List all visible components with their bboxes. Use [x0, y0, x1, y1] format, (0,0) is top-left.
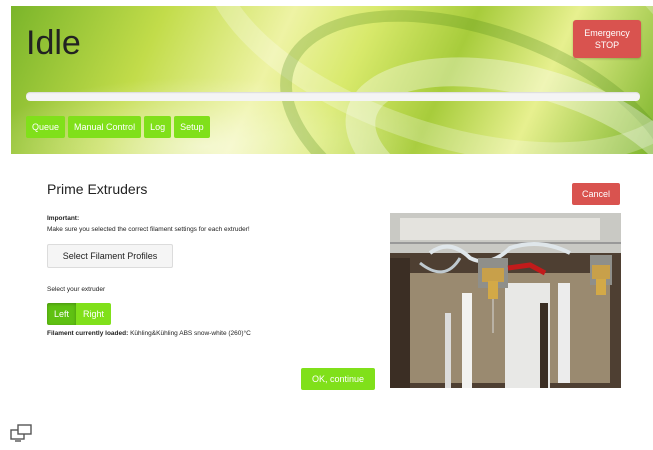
- extruder-toggle: Left Right: [47, 303, 112, 325]
- select-filament-profiles-button[interactable]: Select Filament Profiles: [47, 244, 173, 268]
- display-icon[interactable]: [10, 424, 34, 442]
- ok-continue-button[interactable]: OK, continue: [301, 368, 375, 390]
- emergency-stop-label-line1: Emergency: [584, 28, 630, 38]
- print-progress-bar: [26, 92, 640, 101]
- tab-log[interactable]: Log: [144, 116, 172, 138]
- tab-setup[interactable]: Setup: [174, 116, 210, 138]
- printer-status-title: Idle: [26, 24, 81, 62]
- printer-extruders-photo: [390, 213, 621, 388]
- tab-queue[interactable]: Queue: [26, 116, 66, 138]
- important-text: Make sure you selected the correct filam…: [47, 226, 250, 233]
- extruder-photo-illustration: [390, 213, 621, 388]
- select-extruder-label: Select your extruder: [47, 286, 106, 293]
- filament-loaded-value: Kühling&Kühling ABS snow-white (260)°C: [130, 330, 251, 337]
- extruder-left-option[interactable]: Left: [47, 303, 77, 325]
- important-label: Important:: [47, 215, 80, 222]
- cancel-button[interactable]: Cancel: [572, 183, 620, 205]
- tab-manual-control[interactable]: Manual Control: [68, 116, 142, 138]
- extruder-right-option[interactable]: Right: [76, 303, 112, 325]
- emergency-stop-button[interactable]: Emergency STOP: [573, 20, 641, 58]
- main-tabs: Queue Manual Control Log Setup: [26, 116, 210, 138]
- filament-loaded-label: Filament currently loaded:: [47, 330, 129, 337]
- dialog-title: Prime Extruders: [47, 181, 148, 197]
- filament-loaded-line: Filament currently loaded: Kühling&Kühli…: [47, 330, 251, 337]
- emergency-stop-label-line2: STOP: [594, 40, 620, 50]
